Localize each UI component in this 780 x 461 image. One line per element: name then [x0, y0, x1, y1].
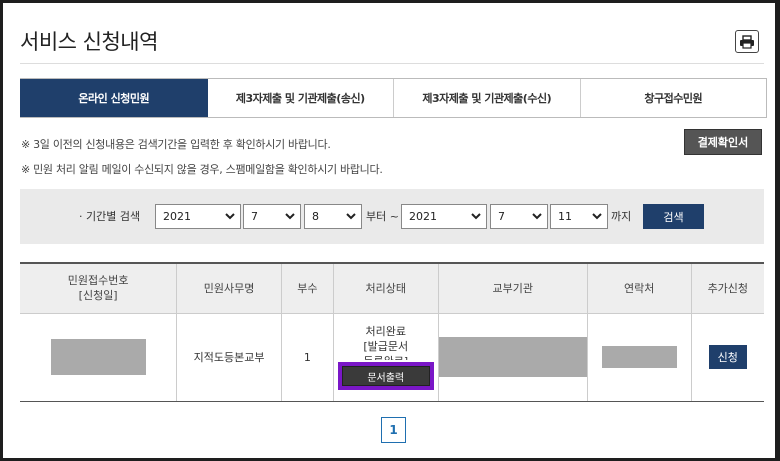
cell-additional-request: 신청 [691, 313, 764, 402]
payment-confirmation-button[interactable]: 결제확인서 [684, 129, 762, 155]
header-receipt-number: 민원접수번호 [신청일] [20, 263, 178, 314]
to-month-select[interactable]: 7 [490, 204, 548, 229]
redacted-block [601, 346, 677, 368]
notice-spam-mail: ※ 민원 처리 알림 메일이 수신되지 않을 경우, 스팸메일함을 확인하시기 … [21, 163, 383, 176]
status-line-2: [발급문서 [363, 340, 409, 353]
page-title: 서비스 신청내역 [20, 30, 158, 54]
highlight-box: 문서출력 [337, 362, 434, 390]
tab-online-applications[interactable]: 온라인 신청민원 [20, 79, 208, 117]
from-year-select[interactable]: 2021 [155, 204, 241, 229]
tab-third-party-sent[interactable]: 제3자제출 및 기관제출(송신) [207, 79, 394, 117]
redacted-block [438, 337, 587, 377]
status-line-3: 등록완료] [334, 354, 438, 360]
cell-receipt-number [20, 313, 178, 402]
from-suffix: 부터 ~ [366, 210, 399, 223]
cell-status: 처리완료 [발급문서 등록완료] 문서출력 [333, 313, 439, 402]
print-document-button[interactable]: 문서출력 [341, 366, 430, 386]
period-search-label: · 기간별 검색 [79, 210, 141, 223]
to-suffix: 까지 [611, 210, 632, 223]
to-month-value: 7 [498, 210, 505, 223]
from-month-value: 7 [251, 210, 258, 223]
header-application-date-label: [신청일] [78, 289, 118, 303]
application-table: 민원접수번호 [신청일] 민원사무명 부수 처리상태 교부기관 연락처 추가신청… [20, 262, 764, 402]
chevron-down-icon [471, 213, 481, 220]
header-contact: 연락처 [587, 263, 692, 314]
print-button[interactable] [735, 30, 759, 53]
redacted-block [50, 339, 146, 375]
header-service-name: 민원사무명 [176, 263, 282, 314]
chevron-down-icon [225, 213, 235, 220]
header-receipt-number-label: 민원접수번호 [67, 274, 129, 288]
printer-icon [740, 34, 754, 49]
chevron-down-icon [346, 213, 356, 220]
from-year-value: 2021 [163, 210, 191, 223]
table-row: 지적도등본교부 1 처리완료 [발급문서 등록완료] 문서출력 신 [20, 313, 764, 402]
table-header-row: 민원접수번호 [신청일] 민원사무명 부수 처리상태 교부기관 연락처 추가신청 [20, 263, 764, 314]
to-year-select[interactable]: 2021 [401, 204, 487, 229]
to-day-select[interactable]: 11 [550, 204, 608, 229]
status-line-1: 처리완료 [365, 325, 406, 338]
tab-bar: 온라인 신청민원 제3자제출 및 기관제출(송신) 제3자제출 및 기관제출(수… [20, 78, 767, 118]
cell-issuing-agency [438, 313, 588, 402]
service-history-panel: 서비스 신청내역 온라인 신청민원 제3자제출 및 기관제출(송신) 제3자제출… [3, 3, 775, 458]
from-day-value: 8 [312, 210, 319, 223]
cell-copies: 1 [281, 313, 334, 402]
header-issuing-agency: 교부기관 [438, 263, 588, 314]
period-search-bar: · 기간별 검색 2021 7 8 부터 ~ 2021 7 11 까지 검색 [20, 189, 764, 244]
notice-search-period: ※ 3일 이전의 신청내용은 검색기간을 입력한 후 확인하시기 바랍니다. [21, 138, 331, 151]
search-button[interactable]: 검색 [643, 204, 704, 229]
chevron-down-icon [285, 213, 295, 220]
tab-third-party-received[interactable]: 제3자제출 및 기관제출(수신) [394, 79, 581, 117]
cell-service-name: 지적도등본교부 [176, 313, 282, 402]
to-year-value: 2021 [409, 210, 437, 223]
header-copies: 부수 [281, 263, 334, 314]
to-day-value: 11 [558, 210, 572, 223]
apply-button[interactable]: 신청 [708, 345, 747, 369]
tab-counter-applications[interactable]: 창구접수민원 [580, 79, 767, 117]
chevron-down-icon [592, 213, 602, 220]
cell-contact [587, 313, 692, 402]
from-month-select[interactable]: 7 [243, 204, 301, 229]
header-additional-request: 추가신청 [691, 263, 764, 314]
pagination-page-1[interactable]: 1 [381, 417, 406, 443]
title-divider [20, 63, 764, 64]
chevron-down-icon [532, 213, 542, 220]
from-day-select[interactable]: 8 [304, 204, 362, 229]
header-status: 처리상태 [333, 263, 439, 314]
